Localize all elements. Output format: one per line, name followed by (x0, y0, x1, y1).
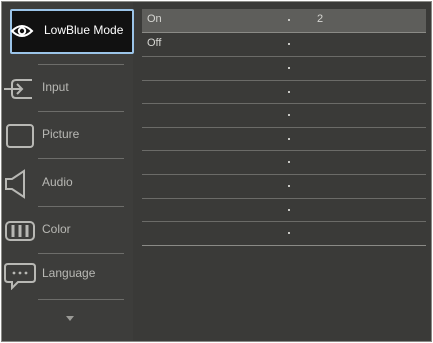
submenu-dot (288, 43, 290, 45)
submenu-dot (288, 209, 290, 211)
submenu-row[interactable] (142, 222, 426, 245)
input-icon (2, 74, 38, 104)
color-icon (2, 216, 38, 246)
submenu-row-off[interactable]: Off (142, 33, 426, 56)
speech-bubble-icon (2, 260, 38, 291)
speaker-icon (2, 169, 38, 199)
submenu-dot (288, 138, 290, 140)
submenu-dot (288, 114, 290, 116)
submenu-dot (288, 161, 290, 163)
divider (38, 111, 124, 112)
submenu-row-value: 2 (317, 13, 324, 25)
picture-icon (2, 121, 38, 151)
submenu-row-label: On (147, 13, 162, 25)
submenu-row[interactable] (142, 104, 426, 127)
submenu-dot (288, 232, 290, 234)
menu-item-language[interactable]: Language (2, 252, 133, 298)
divider (38, 206, 124, 207)
main-menu: LowBlue Mode Input Picture Audio Color L… (2, 2, 134, 341)
menu-item-label: Audio (42, 175, 73, 189)
submenu-row[interactable] (142, 151, 426, 174)
chevron-down-icon[interactable] (66, 316, 74, 321)
menu-item-label: LowBlue Mode (44, 23, 124, 37)
eye-icon (4, 16, 40, 46)
menu-item-audio[interactable]: Audio (2, 161, 133, 207)
submenu-row-on[interactable]: On 2 (142, 9, 426, 32)
osd-menu: LowBlue Mode Input Picture Audio Color L… (1, 1, 432, 342)
submenu-dot (288, 91, 290, 93)
divider (38, 158, 124, 159)
submenu-dot (288, 67, 290, 69)
menu-item-label: Language (42, 266, 96, 280)
submenu: On 2 Off (133, 2, 431, 341)
menu-item-lowblue-mode[interactable]: LowBlue Mode (10, 9, 134, 54)
menu-item-label: Picture (42, 127, 80, 141)
submenu-row[interactable] (142, 81, 426, 104)
menu-item-label: Color (42, 222, 71, 236)
submenu-row[interactable] (142, 57, 426, 80)
submenu-row[interactable] (142, 128, 426, 151)
submenu-row-label: Off (147, 37, 162, 49)
submenu-row[interactable] (142, 199, 426, 222)
submenu-row[interactable] (142, 175, 426, 198)
submenu-dot (288, 185, 290, 187)
divider (38, 299, 124, 300)
menu-item-input[interactable]: Input (2, 66, 133, 112)
menu-item-picture[interactable]: Picture (2, 113, 133, 159)
menu-item-label: Input (42, 80, 69, 94)
divider (38, 64, 124, 65)
menu-item-color[interactable]: Color (2, 208, 133, 254)
submenu-dot (288, 19, 290, 21)
divider (142, 245, 426, 246)
